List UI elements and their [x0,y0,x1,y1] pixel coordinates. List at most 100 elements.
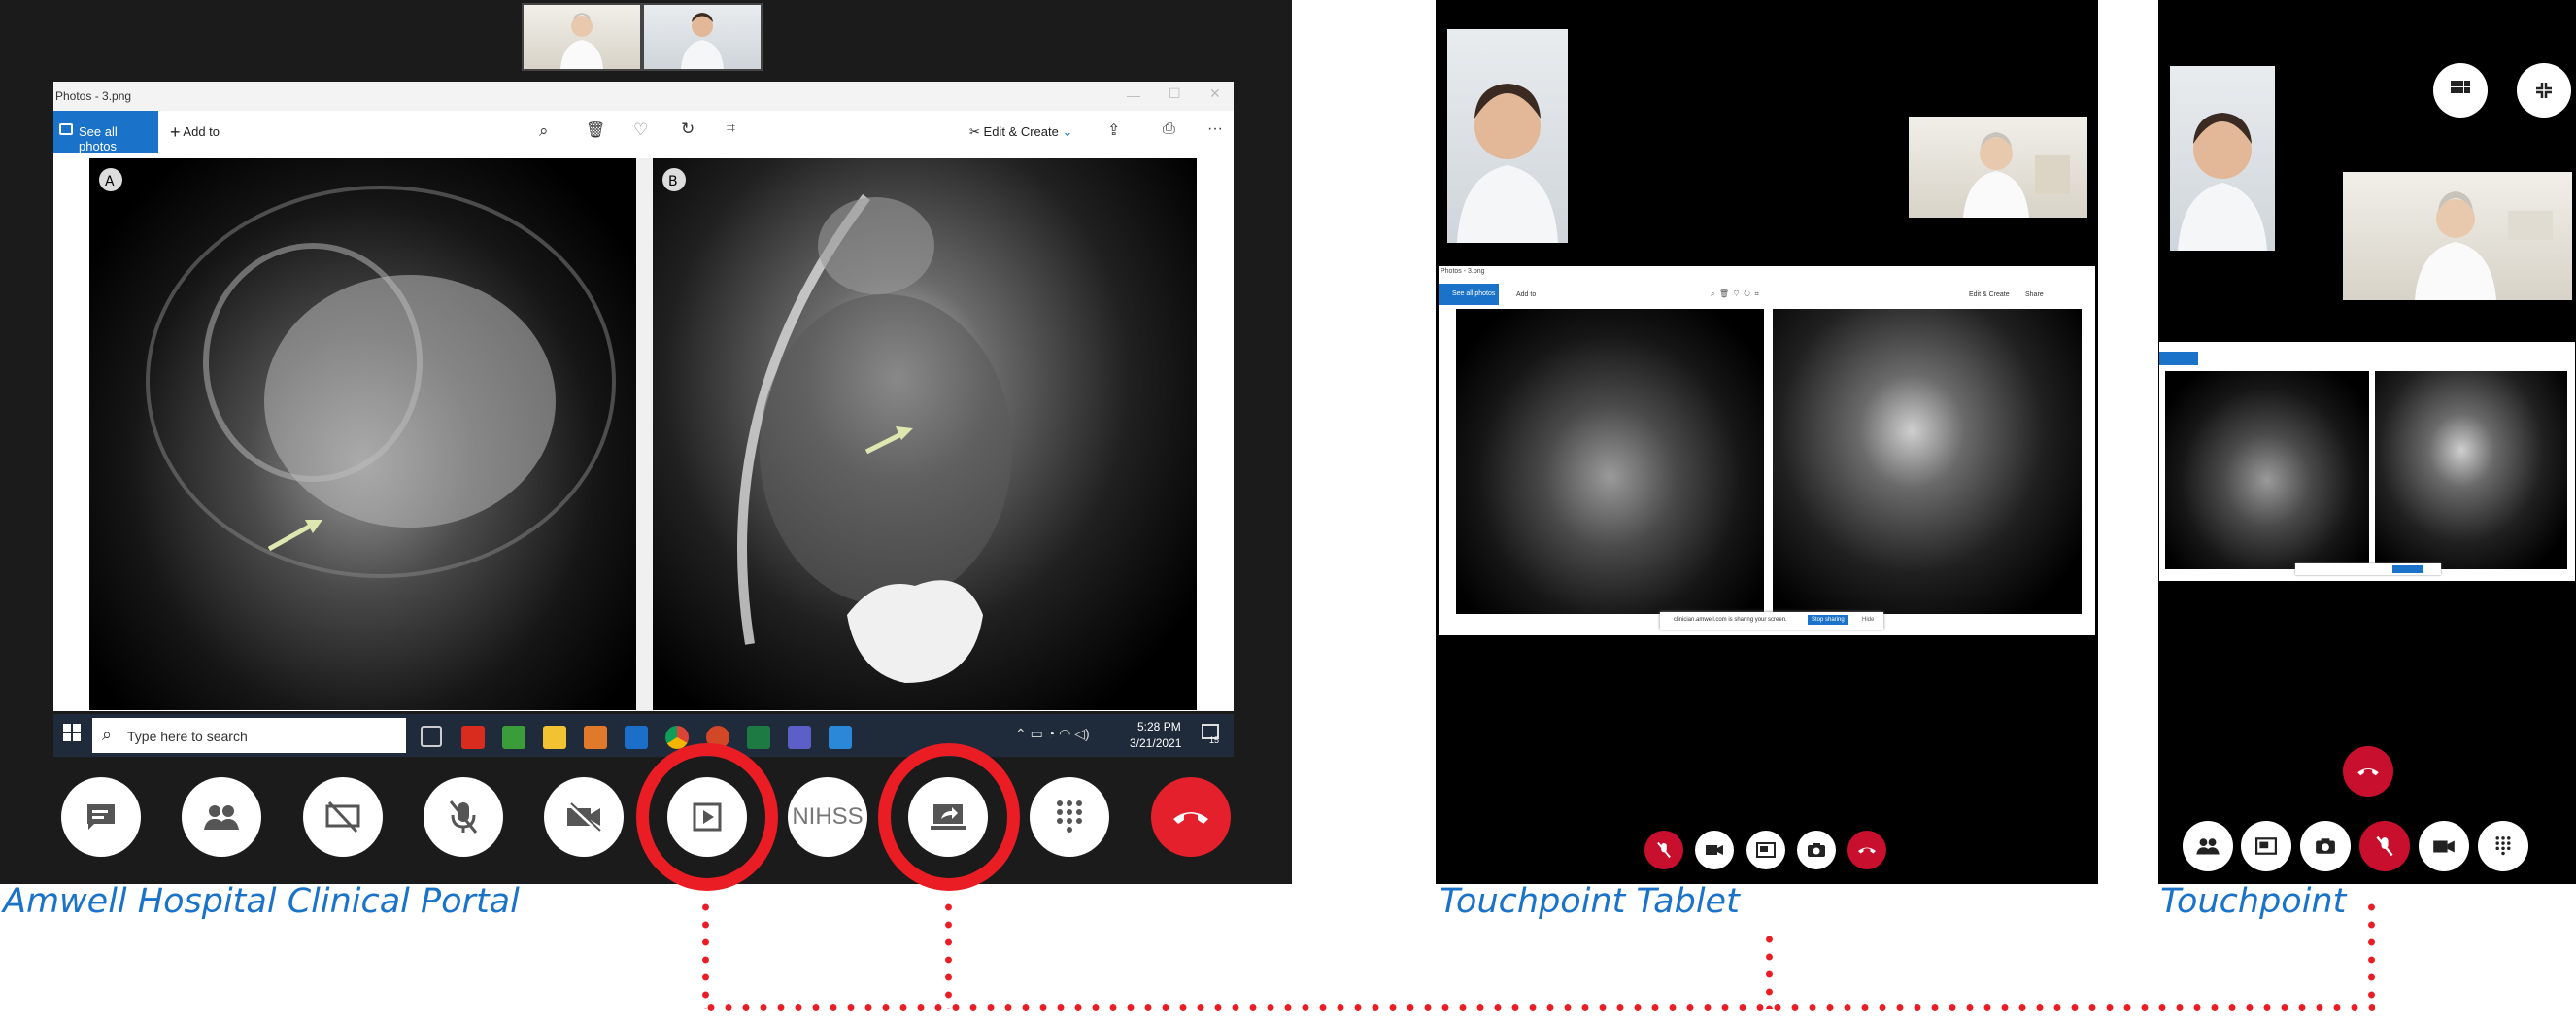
windows-start-icon[interactable] [63,724,81,741]
chrome-icon[interactable] [665,726,689,749]
tablet-edit-create: Edit & Create [1969,291,2010,298]
see-all-photos-label: See all photos [79,124,118,153]
people-icon [2196,838,2220,855]
tablet-video-doctor-male [1447,29,1568,243]
touchpoint-panel [2158,0,2576,884]
task-view-icon[interactable] [421,726,442,747]
keypad-icon [2495,836,2511,856]
tablet-end-call-button[interactable] [1847,831,1886,869]
touchpoint-shared-screen [2159,342,2575,581]
touchpoint-layout-button[interactable] [2241,821,2291,871]
grid-icon [2451,81,2470,93]
end-call-icon [2357,768,2379,776]
delete-icon[interactable]: 🗑 [586,120,605,140]
participants-button[interactable] [182,777,261,857]
video-off-icon [566,801,601,833]
photos-taskbar-icon[interactable] [829,726,852,749]
people-icon [204,805,239,830]
window-titlebar: Photos - 3.png — ☐ ✕ [53,82,1234,111]
tablet-see-all-label: See all photos [1452,290,1496,297]
camera-icon [2316,838,2335,854]
touchpoint-tablet-panel: Photos - 3.png See all photos Add to ⌕ 🗑… [1436,0,2098,884]
tablet-mri-panel-a [1456,309,1764,614]
touchpoint-grid-view-button[interactable] [2433,63,2488,118]
touchpoint-mri-panel-b [2375,371,2567,569]
touchpoint-video-doctor-male [2170,66,2275,251]
search-icon: ⌕ [102,725,113,744]
notification-count: 15 [1209,735,1220,745]
picture-in-picture-icon [1756,842,1776,858]
connector-play-media [702,899,709,1009]
tablet-window-title: Photos - 3.png [1441,268,1485,275]
close-icon[interactable]: ✕ [1209,85,1221,102]
rotate-icon[interactable]: ↻ [681,119,695,139]
tablet-toolbar-icons: ⌕ 🗑 ♡ ↻ ⌗ [1711,289,1759,298]
teams-icon[interactable] [788,726,811,749]
participant-thumbnail-doctor-male[interactable] [642,3,763,71]
tablet-stop-sharing-button[interactable]: Stop sharing [1808,615,1848,625]
touchpoint-stop-sharing-button[interactable] [2392,565,2423,573]
mute-microphone-button[interactable] [424,777,503,857]
photos-icon [59,123,73,135]
excel-icon[interactable] [747,726,770,749]
chat-button[interactable] [61,777,141,857]
minimize-icon[interactable]: — [1127,87,1140,103]
tablet-mute-button[interactable] [1644,831,1683,869]
app-icon-green[interactable] [502,726,525,749]
favorite-icon[interactable]: ♡ [633,120,648,140]
edit-create-button[interactable]: ✂ Edit & Create ⌄ [969,124,1072,140]
caption-touchpoint-tablet: Touchpoint Tablet [1440,882,1740,921]
tablet-video-button[interactable] [1695,831,1734,869]
nihss-button[interactable]: NIHSS [788,777,867,857]
touchpoint-sharing-banner [2295,563,2441,575]
share-icon[interactable]: ⇪ [1107,120,1120,140]
print-icon[interactable]: ⎙ [1163,120,1175,138]
touchpoint-participants-button[interactable] [2183,821,2233,871]
mic-off-icon [1657,841,1671,859]
add-to-button[interactable]: + Add to [170,122,220,143]
mri-image: A B [89,158,1197,710]
stop-screen-share-button[interactable] [303,777,383,857]
participant-thumbnail-doctor-female[interactable] [522,3,642,71]
file-explorer-icon[interactable] [543,726,566,749]
tablet-hide-button[interactable]: Hide [1862,617,1874,623]
window-title: Photos - 3.png [55,89,132,103]
highlight-ring-share-screen [878,743,1020,891]
more-options-icon[interactable]: ··· [1207,120,1223,138]
maximize-icon[interactable]: ☐ [1169,85,1181,102]
tablet-see-all-photos: See all photos [1439,284,1499,305]
touchpoint-mri-panel-a [2165,371,2369,569]
clinical-portal-panel: Photos - 3.png — ☐ ✕ See all photos + Ad… [0,0,1292,884]
tablet-share: Share [2025,291,2044,298]
mic-off-icon [2376,835,2393,857]
tablet-sharing-text: clinician.amwell.com is sharing your scr… [1674,617,1787,623]
touchpoint-mute-button[interactable] [2359,821,2410,871]
connector-touchpoint [2368,899,2375,1009]
tablet-shared-screen: Photos - 3.png See all photos Add to ⌕ 🗑… [1439,266,2095,635]
connector-tablet [1766,931,1773,1009]
crop-icon[interactable]: ⌗ [727,120,735,138]
touchpoint-end-call-button[interactable] [2343,746,2393,797]
end-call-button[interactable] [1151,777,1231,857]
taskbar-search-input[interactable]: ⌕ Type here to search [92,718,406,753]
app-icon-orange[interactable] [584,726,607,749]
touchpoint-minimize-button[interactable] [2517,63,2571,118]
end-call-icon [1858,847,1876,854]
photos-window: Photos - 3.png — ☐ ✕ See all photos + Ad… [53,82,1234,711]
acrobat-icon[interactable] [461,726,485,749]
collapse-icon [2536,83,2552,98]
touchpoint-keypad-button[interactable] [2478,821,2528,871]
stop-video-button[interactable] [544,777,624,857]
windows-taskbar: ⌕ Type here to search ⌃ ▭ ◔ ◠ ◁) 5:28 PM… [53,714,1234,757]
system-tray-icons[interactable]: ⌃ ▭ ◔ ◠ ◁) [1015,726,1090,742]
outlook-icon[interactable] [625,726,648,749]
touchpoint-video-button[interactable] [2419,821,2469,871]
see-all-photos-button[interactable]: See all photos [53,111,158,153]
tablet-camera-button[interactable] [1797,831,1836,869]
tablet-layout-button[interactable] [1746,831,1785,869]
zoom-icon[interactable]: ⌕ [539,121,549,141]
taskbar-date: 3/21/2021 [1130,736,1182,750]
keypad-button[interactable] [1030,777,1109,857]
taskbar-time: 5:28 PM [1137,720,1181,733]
touchpoint-camera-button[interactable] [2300,821,2351,871]
